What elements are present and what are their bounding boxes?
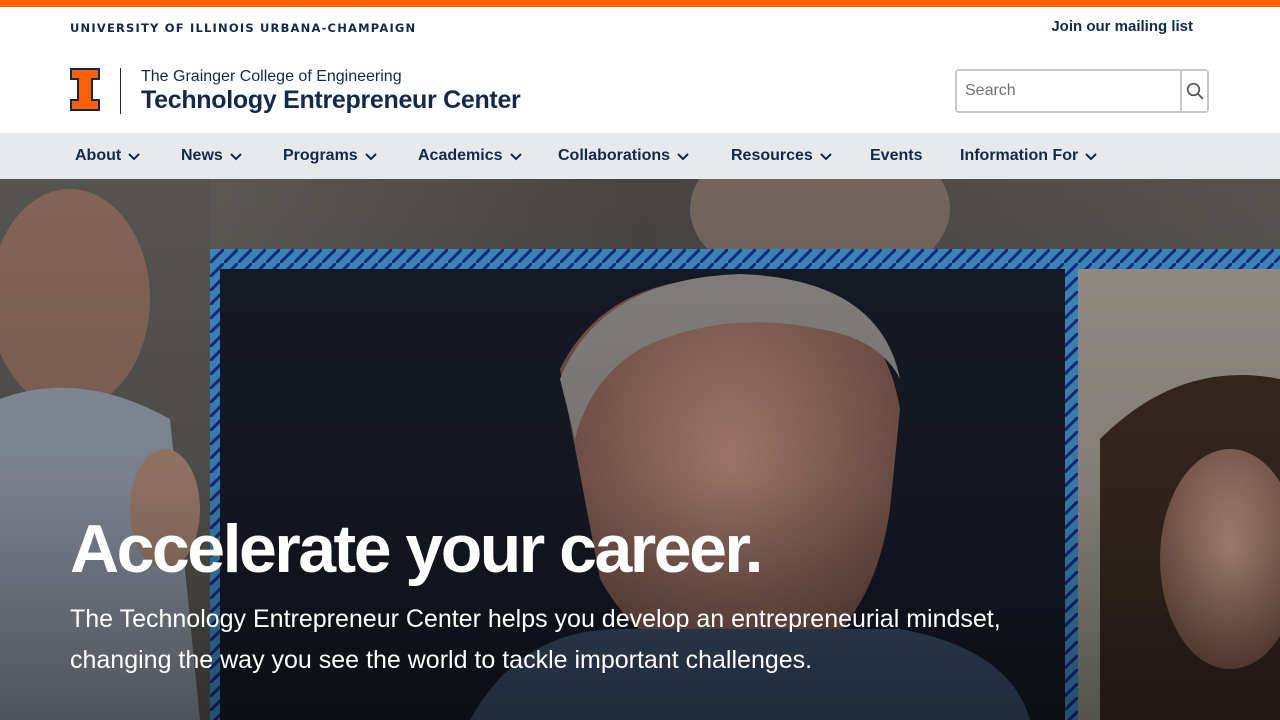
mailing-list-link[interactable]: Join our mailing list (1051, 18, 1193, 35)
nav-item-label: News (181, 147, 223, 164)
chevron-down-icon (364, 153, 377, 161)
brand-divider (120, 68, 121, 114)
block-i-logo[interactable] (70, 68, 100, 111)
chevron-down-icon (820, 153, 832, 161)
nav-item-events[interactable]: Events (870, 133, 922, 179)
nav-item-label: Information For (960, 147, 1079, 164)
search-button[interactable] (1182, 71, 1207, 111)
brand-header: The Grainger College of Engineering Tech… (0, 50, 1280, 133)
nav-item-collaborations[interactable]: Collaborations (558, 133, 690, 179)
nav-item-label: Collaborations (558, 147, 671, 164)
chevron-down-icon (509, 153, 522, 161)
chevron-down-icon (1085, 153, 1097, 161)
hero-banner: Accelerate your career. The Technology E… (0, 179, 1280, 720)
chevron-down-icon (128, 153, 140, 161)
nav-item-label: Academics (418, 147, 503, 164)
nav-item-resources[interactable]: Resources (731, 133, 833, 179)
hero-subtitle: The Technology Entrepreneur Center helps… (70, 605, 1001, 674)
nav-item-information-for[interactable]: Information For (960, 133, 1098, 179)
nav-item-programs[interactable]: Programs (283, 133, 378, 179)
nav-item-academics[interactable]: Academics (418, 133, 523, 179)
search-input[interactable] (957, 71, 1182, 111)
top-accent-bar (0, 0, 1280, 7)
college-name[interactable]: The Grainger College of Engineering (141, 68, 402, 86)
university-bar: UNIVERSITY OF ILLINOIS URBANA-CHAMPAIGN … (0, 7, 1280, 50)
university-name[interactable]: UNIVERSITY OF ILLINOIS URBANA-CHAMPAIGN (70, 21, 416, 35)
nav-item-label: Programs (283, 147, 358, 164)
chevron-down-icon (230, 153, 242, 161)
nav-item-about[interactable]: About (75, 133, 141, 179)
nav-item-label: Resources (731, 147, 813, 164)
nav-item-label: Events (870, 147, 923, 164)
chevron-down-icon (677, 153, 689, 161)
main-nav: About News Programs Academics Collaborat… (0, 133, 1280, 179)
nav-item-news[interactable]: News (181, 133, 243, 179)
nav-item-label: About (75, 147, 122, 164)
site-title[interactable]: Technology Entrepreneur Center (141, 86, 521, 115)
hero-title: Accelerate your career. (70, 511, 764, 587)
search-form (955, 69, 1209, 113)
search-icon (1186, 82, 1203, 100)
